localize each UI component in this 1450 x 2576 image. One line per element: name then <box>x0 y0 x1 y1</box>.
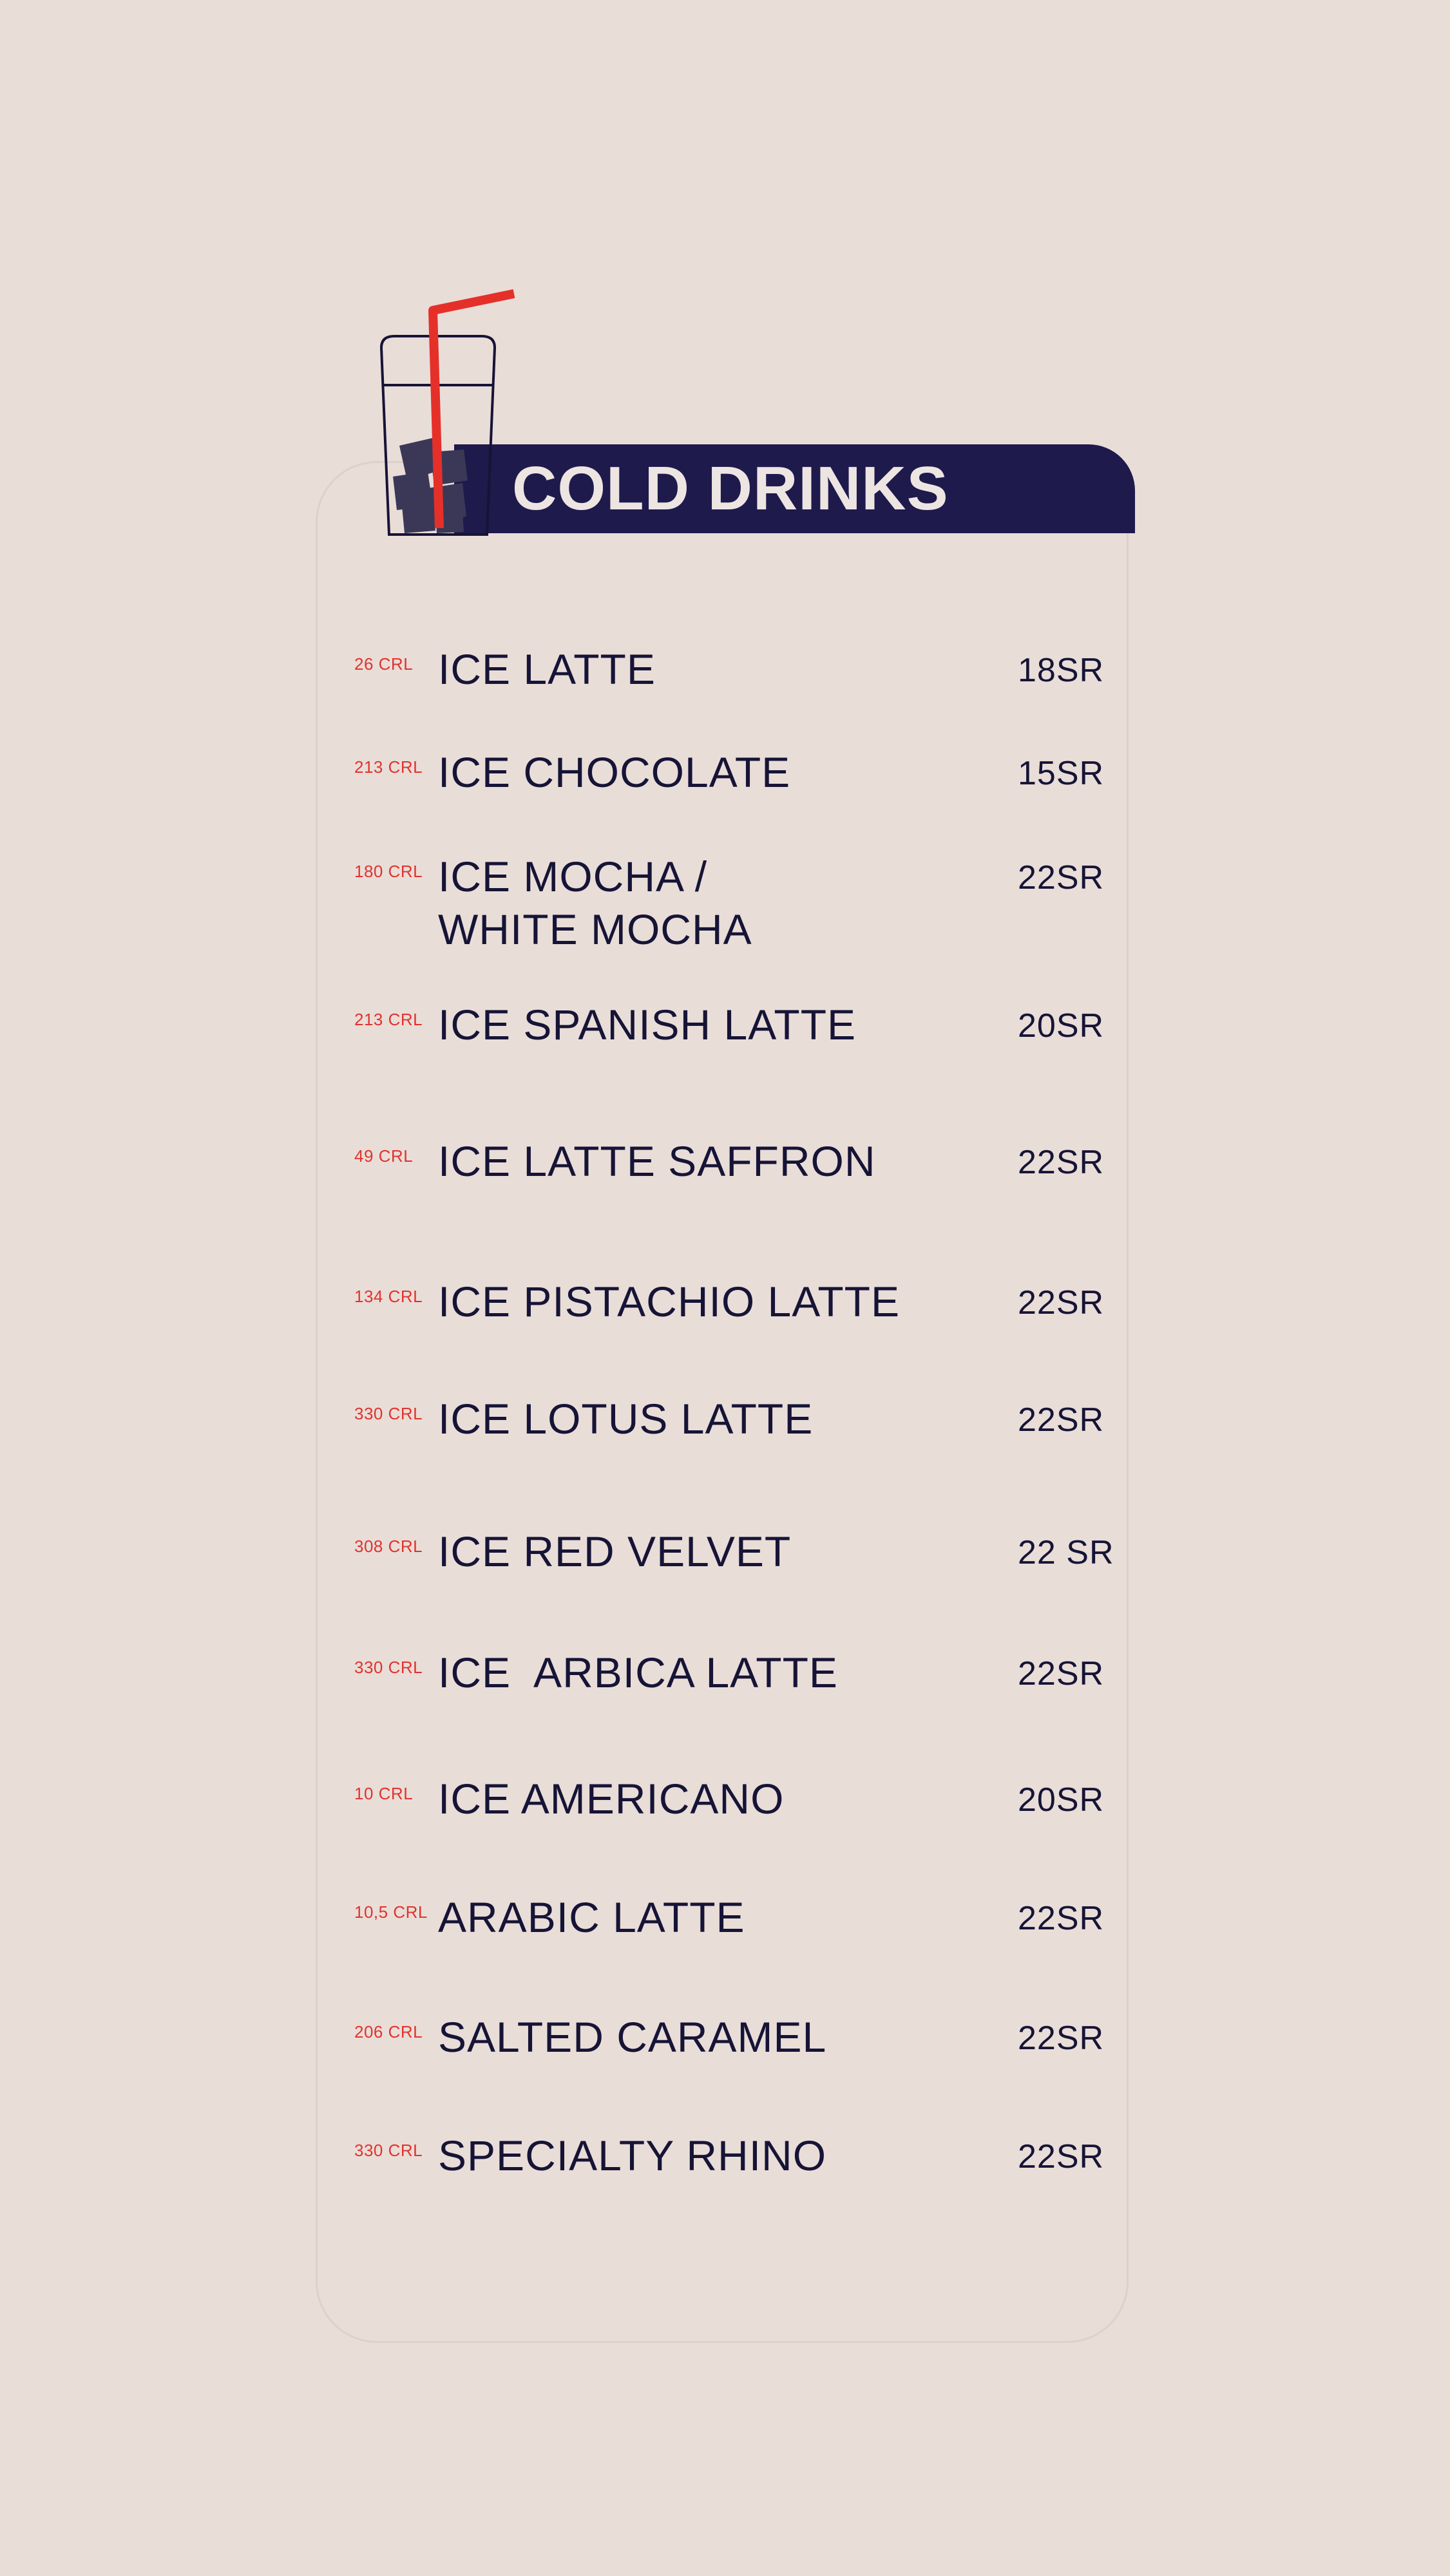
menu-item-row: 330 CRL ICE ARBICA LATTE 22SR <box>348 1646 1121 1756</box>
menu-item-row: 10 CRL ICE AMERICANO 20SR <box>348 1772 1121 1882</box>
menu-item-row: 213 CRL ICE CHOCOLATE 15SR <box>348 746 1121 855</box>
menu-item-row: 330 CRL ICE LOTUS LATTE 22SR <box>348 1392 1121 1502</box>
calorie-label: 10 CRL <box>354 1784 414 1803</box>
menu-item-row: 134 CRL ICE PISTACHIO LATTE 22SR <box>348 1275 1121 1385</box>
item-name: ICE MOCHA / WHITE MOCHA <box>438 853 752 953</box>
item-name: ARABIC LATTE <box>438 1893 745 1941</box>
calorie-label: 10,5 CRL <box>354 1902 428 1922</box>
menu-item-row: 180 CRL ICE MOCHA / WHITE MOCHA 22SR <box>348 850 1121 960</box>
calorie-label: 206 CRL <box>354 2022 423 2041</box>
calorie-label: 330 CRL <box>354 2141 423 2160</box>
item-name: ICE PISTACHIO LATTE <box>438 1278 900 1325</box>
item-name: ICE LATTE SAFFRON <box>438 1137 876 1185</box>
menu-item-row: 308 CRL ICE RED VELVET 22 SR <box>348 1525 1121 1634</box>
calorie-label: 330 CRL <box>354 1404 423 1423</box>
menu-item-row: 49 CRL ICE LATTE SAFFRON 22SR <box>348 1135 1121 1244</box>
item-price: 15SR <box>1018 755 1105 792</box>
item-name: SALTED CARAMEL <box>438 2013 827 2061</box>
menu-item-row: 206 CRL SALTED CARAMEL 22SR <box>348 2011 1121 2120</box>
calorie-label: 49 CRL <box>354 1146 414 1166</box>
item-name: ICE CHOCOLATE <box>438 748 791 796</box>
menu-item-row: 213 CRL ICE SPANISH LATTE 20SR <box>348 998 1121 1108</box>
item-price: 18SR <box>1018 652 1105 689</box>
item-name: SPECIALTY RHINO <box>438 2132 827 2179</box>
calorie-label: 308 CRL <box>354 1537 423 1556</box>
menu-item-row: 10,5 CRL ARABIC LATTE 22SR <box>348 1891 1121 2000</box>
calorie-label: 26 CRL <box>354 654 414 674</box>
item-price: 22 SR <box>1018 1534 1114 1571</box>
item-price: 22SR <box>1018 1900 1105 1937</box>
item-name: ICE RED VELVET <box>438 1528 792 1575</box>
item-price: 20SR <box>1018 1007 1105 1045</box>
item-name: ICE SPANISH LATTE <box>438 1001 857 1048</box>
item-name: ICE LOTUS LATTE <box>438 1395 814 1443</box>
item-price: 22SR <box>1018 1401 1105 1439</box>
menu-item-row: 26 CRL ICE LATTE 18SR <box>348 643 1121 752</box>
item-price: 22SR <box>1018 1144 1105 1181</box>
iced-drink-cup-icon <box>379 289 515 536</box>
item-price: 22SR <box>1018 1284 1105 1321</box>
item-name: ICE ARBICA LATTE <box>438 1649 838 1696</box>
page-title: COLD DRINKS <box>512 454 949 523</box>
menu-item-row: 330 CRL SPECIALTY RHINO 22SR <box>348 2129 1121 2239</box>
calorie-label: 134 CRL <box>354 1287 423 1306</box>
item-price: 22SR <box>1018 2020 1105 2057</box>
calorie-label: 213 CRL <box>354 1010 423 1029</box>
item-name: ICE LATTE <box>438 645 656 693</box>
calorie-label: 180 CRL <box>354 862 423 881</box>
item-name: ICE AMERICANO <box>438 1775 785 1823</box>
calorie-label: 330 CRL <box>354 1658 423 1677</box>
calorie-label: 213 CRL <box>354 757 423 777</box>
item-price: 22SR <box>1018 1655 1105 1692</box>
item-price: 22SR <box>1018 2138 1105 2175</box>
item-price: 22SR <box>1018 859 1105 896</box>
item-price: 20SR <box>1018 1781 1105 1819</box>
